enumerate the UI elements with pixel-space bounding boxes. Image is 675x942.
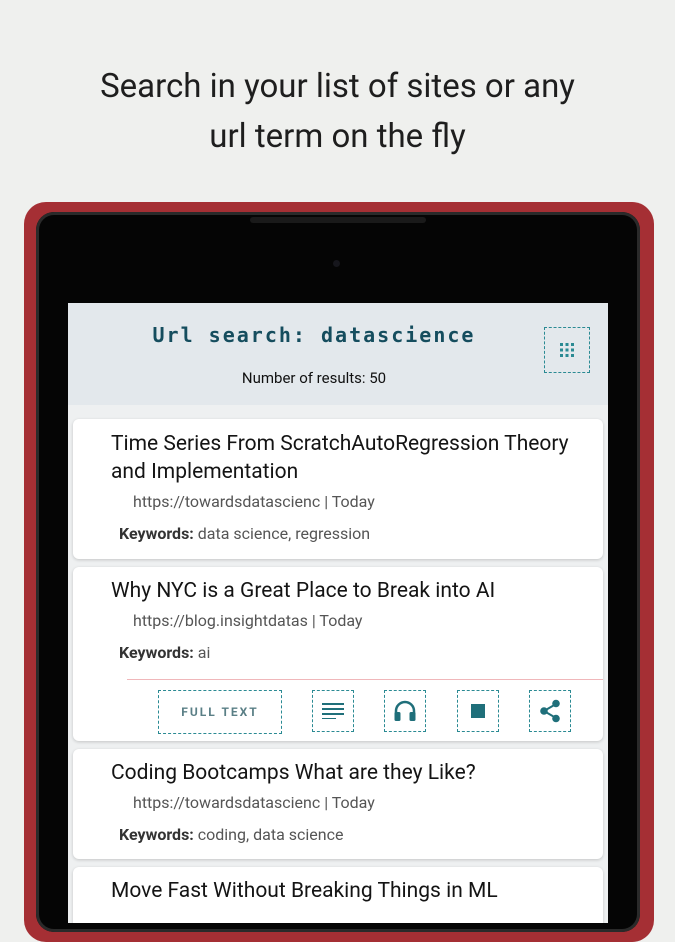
results-count: Number of results: 50 — [241, 369, 387, 387]
keywords-value: data science, regression — [193, 524, 371, 543]
grid-menu-button[interactable] — [544, 327, 590, 373]
card-divider — [127, 679, 603, 680]
result-url: https://towardsdatascienc | Today — [133, 492, 375, 511]
result-keywords: Keywords: ai — [119, 643, 210, 662]
notes-icon — [322, 703, 344, 719]
keywords-value: coding, data science — [193, 825, 344, 844]
headphones-icon — [394, 700, 416, 721]
result-title[interactable]: Coding Bootcamps What are they Like? — [111, 759, 581, 787]
camera-icon — [333, 260, 340, 267]
result-card-expanded[interactable]: Why NYC is a Great Place to Break into A… — [73, 567, 603, 741]
result-keywords: Keywords: data science, regression — [119, 524, 370, 543]
listen-button[interactable] — [384, 690, 426, 732]
full-text-button[interactable]: FULL TEXT — [158, 690, 282, 734]
result-card[interactable]: Move Fast Without Breaking Things in ML — [73, 867, 603, 923]
result-title[interactable]: Time Series From ScratchAutoRegression T… — [111, 430, 581, 486]
share-icon — [540, 699, 560, 723]
keywords-value: ai — [193, 643, 211, 662]
share-button[interactable] — [529, 690, 571, 732]
result-card[interactable]: Time Series From ScratchAutoRegression T… — [73, 419, 603, 559]
speaker-grille — [250, 217, 426, 223]
headline-line-2: url term on the fly — [209, 117, 466, 156]
result-url: https://blog.insightdatas | Today — [133, 611, 363, 630]
result-url: https://towardsdatascienc | Today — [133, 793, 375, 812]
app-screen: Url search: datascience Number of result… — [68, 303, 608, 923]
stop-icon — [471, 704, 485, 718]
page-title: Url search: datascience — [152, 323, 476, 347]
notes-button[interactable] — [312, 690, 354, 732]
result-keywords: Keywords: coding, data science — [119, 825, 343, 844]
result-title[interactable]: Why NYC is a Great Place to Break into A… — [111, 577, 581, 605]
headline-line-1: Search in your list of sites or any — [100, 67, 575, 106]
keywords-label: Keywords: — [119, 524, 194, 543]
result-title[interactable]: Move Fast Without Breaking Things in ML — [111, 877, 581, 905]
grid-icon — [560, 343, 574, 357]
keywords-label: Keywords: — [119, 643, 194, 662]
stop-button[interactable] — [457, 690, 499, 732]
headline: Search in your list of sites or any url … — [0, 62, 675, 162]
keywords-label: Keywords: — [119, 825, 194, 844]
app-header: Url search: datascience Number of result… — [68, 303, 608, 405]
result-card[interactable]: Coding Bootcamps What are they Like? htt… — [73, 749, 603, 859]
